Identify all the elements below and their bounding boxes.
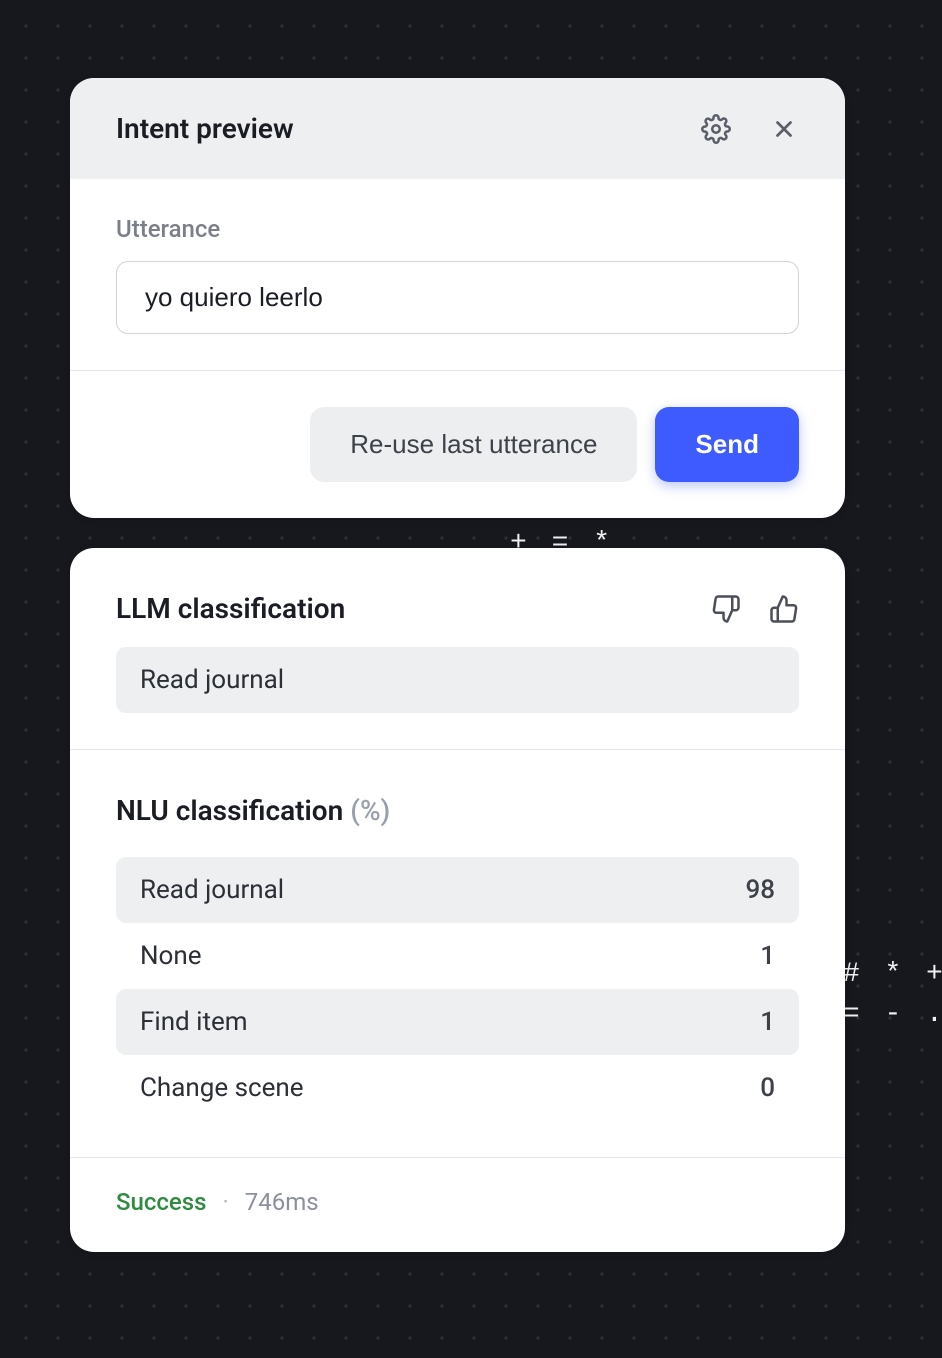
- nlu-row: Read journal 98: [116, 857, 799, 923]
- llm-title: LLM classification: [116, 592, 345, 625]
- utterance-section: Utterance: [70, 179, 845, 371]
- nlu-suffix: (%): [350, 794, 390, 827]
- card-title: Intent preview: [116, 112, 294, 145]
- nlu-row-label: None: [140, 941, 202, 971]
- nlu-row-value: 98: [745, 875, 775, 905]
- nlu-row-label: Change scene: [140, 1073, 304, 1103]
- utterance-input-wrapper: [116, 261, 799, 334]
- nlu-row-value: 1: [760, 1007, 775, 1037]
- nlu-row: None 1: [116, 923, 799, 989]
- card-header: Intent preview: [70, 78, 845, 179]
- separator-dot: ·: [223, 1188, 229, 1216]
- results-card: LLM classification Read journal: [70, 548, 845, 1252]
- nlu-title: NLU classification: [116, 794, 343, 827]
- nlu-title-wrapper: NLU classification (%): [116, 794, 799, 827]
- nlu-row: Find item 1: [116, 989, 799, 1055]
- utterance-label: Utterance: [116, 215, 799, 243]
- llm-result-label: Read journal: [140, 665, 284, 695]
- nlu-row: Change scene 0: [116, 1055, 799, 1121]
- response-time: 746ms: [245, 1188, 319, 1216]
- gear-icon[interactable]: [701, 114, 731, 144]
- input-card: Intent preview Utterance: [70, 78, 845, 518]
- send-button[interactable]: Send: [655, 407, 799, 482]
- nlu-row-value: 0: [760, 1073, 775, 1103]
- nlu-section: NLU classification (%) Read journal 98 N…: [70, 750, 845, 1158]
- header-actions: [701, 114, 799, 144]
- close-icon[interactable]: [769, 114, 799, 144]
- action-bar: Re-use last utterance Send: [70, 371, 845, 518]
- nlu-row-label: Read journal: [140, 875, 284, 905]
- intent-preview-modal: Intent preview Utterance: [70, 78, 845, 1252]
- utterance-input[interactable]: [145, 282, 770, 313]
- feedback-icons: [711, 594, 799, 624]
- llm-result: Read journal: [116, 647, 799, 713]
- nlu-row-value: 1: [760, 941, 775, 971]
- llm-title-row: LLM classification: [116, 592, 799, 625]
- reuse-button[interactable]: Re-use last utterance: [310, 407, 637, 482]
- nlu-results-list: Read journal 98 None 1 Find item 1 Chang…: [116, 857, 799, 1121]
- status-badge: Success: [116, 1188, 207, 1216]
- llm-section: LLM classification Read journal: [70, 548, 845, 750]
- footer-status: Success · 746ms: [70, 1158, 845, 1252]
- nlu-row-label: Find item: [140, 1007, 248, 1037]
- thumbs-down-icon[interactable]: [711, 594, 741, 624]
- thumbs-up-icon[interactable]: [769, 594, 799, 624]
